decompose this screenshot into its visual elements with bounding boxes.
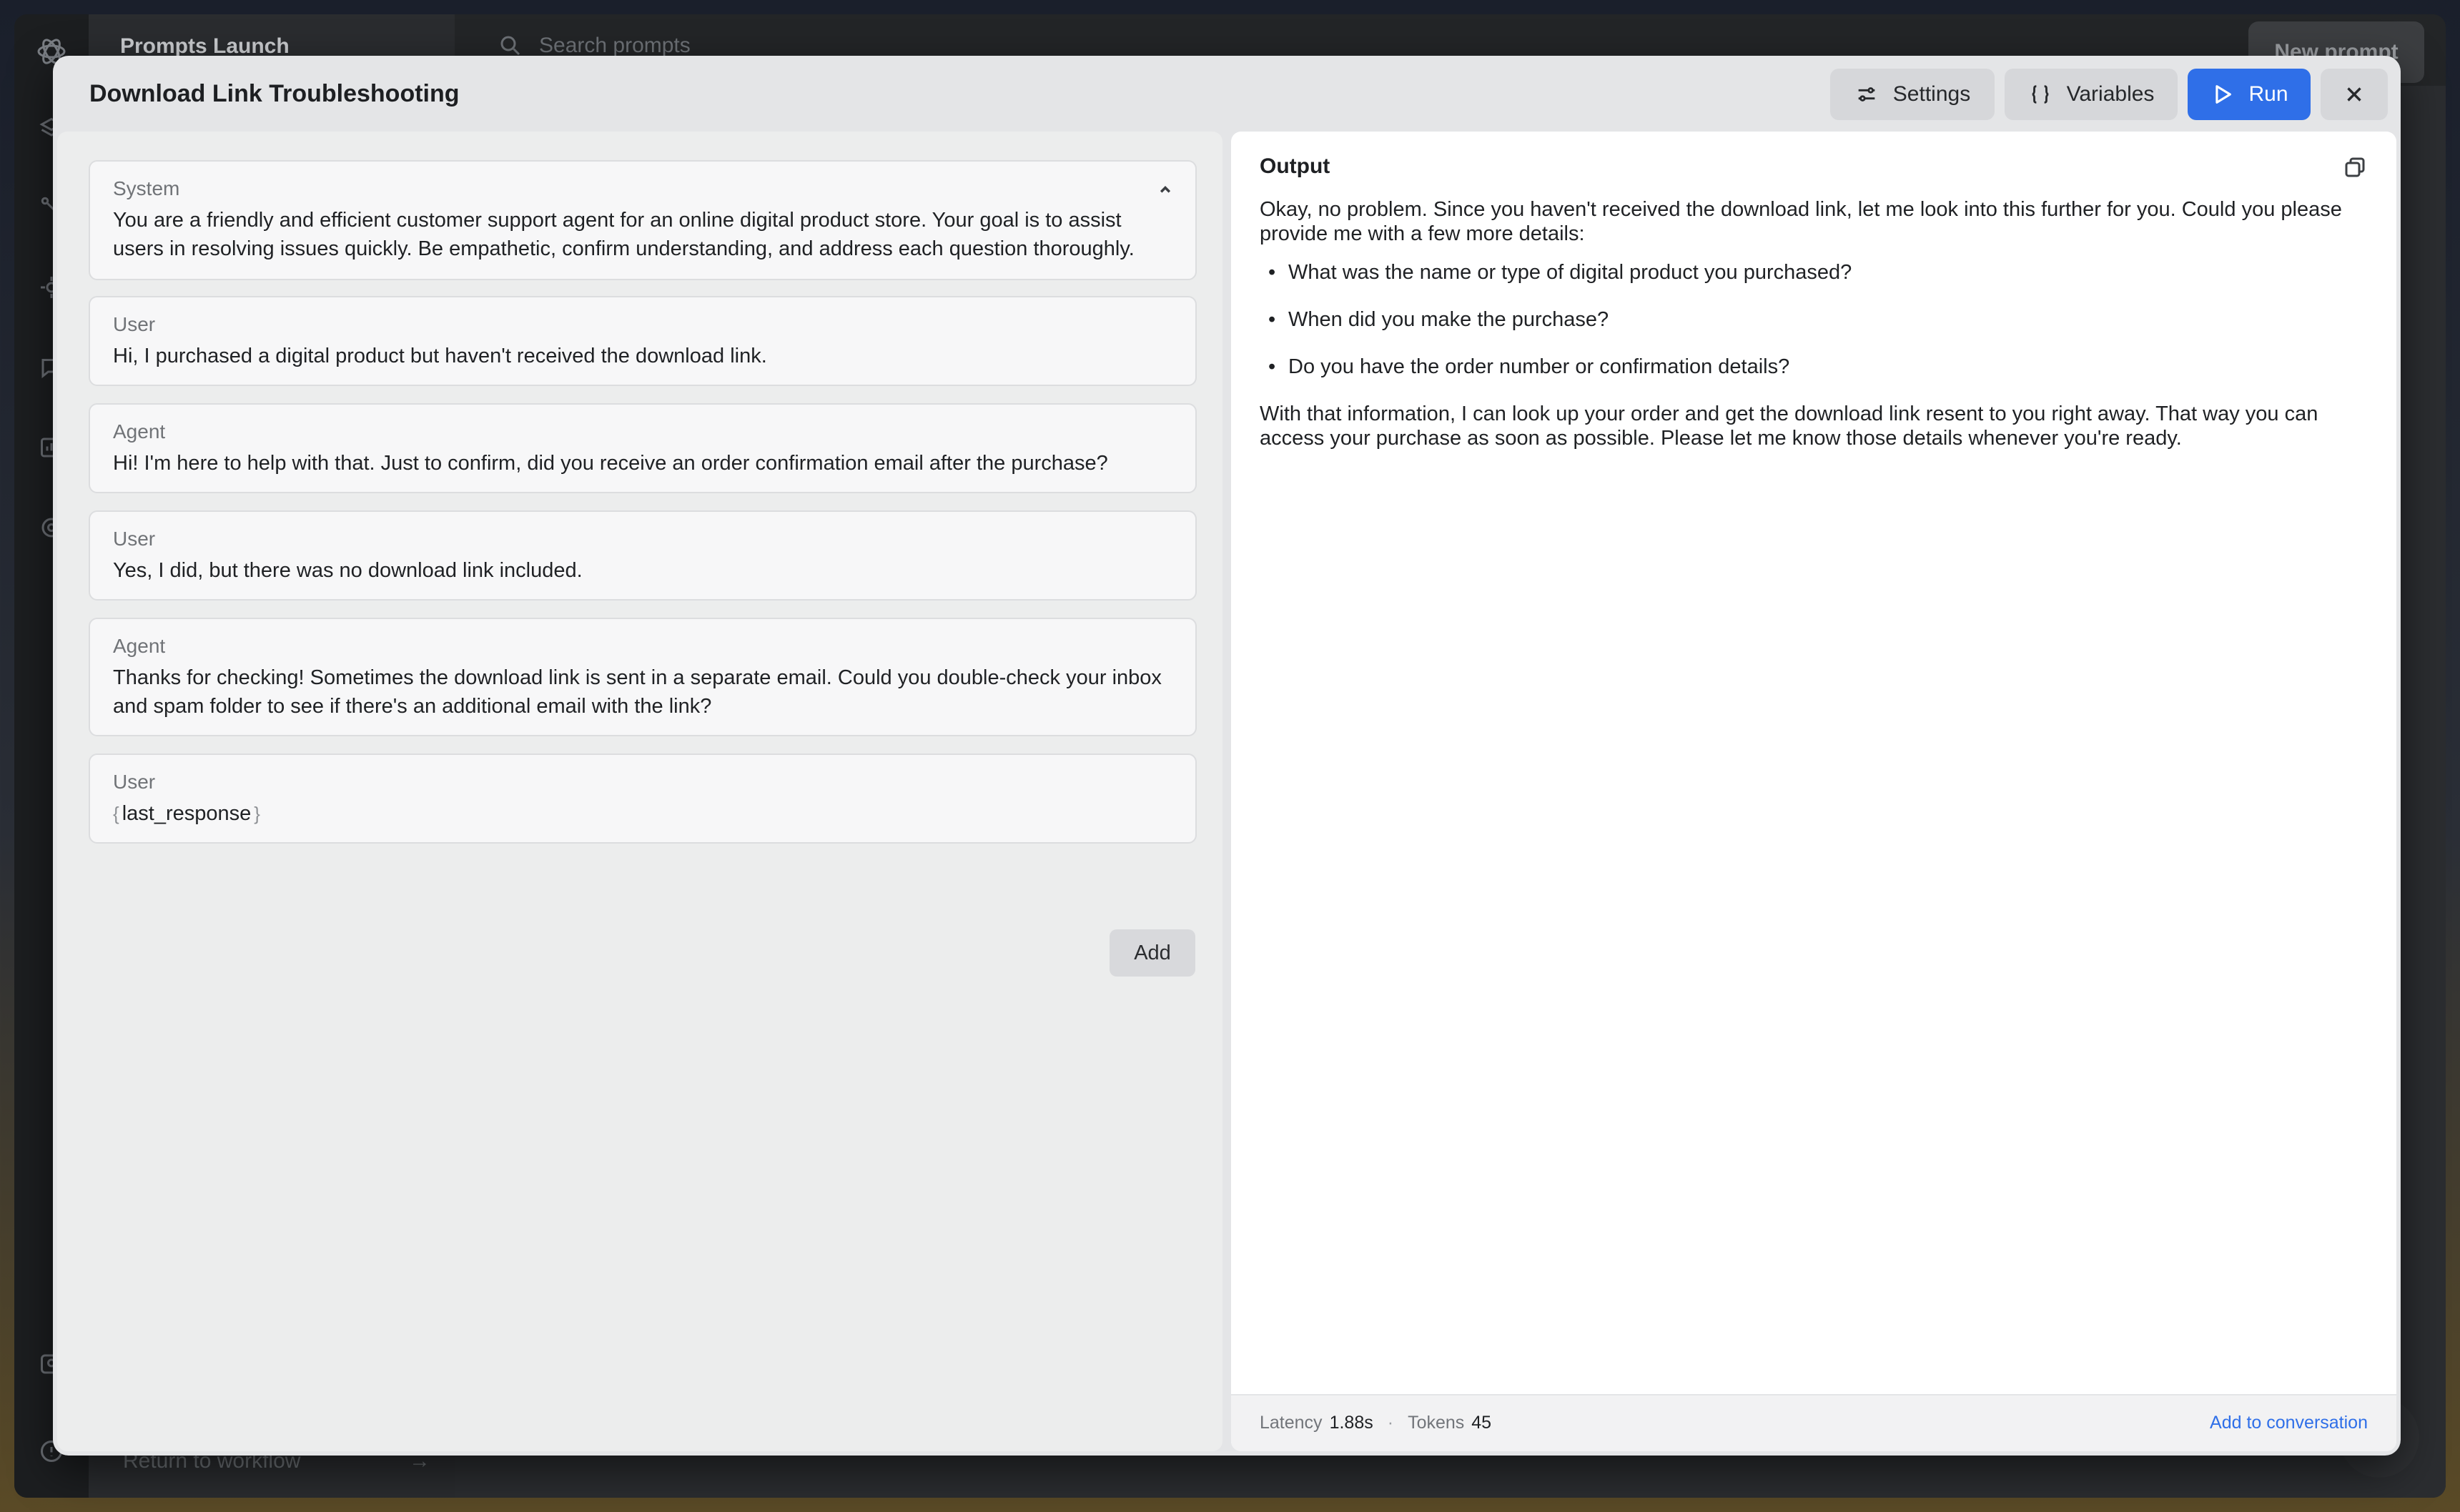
copy-icon[interactable] <box>2342 154 2368 180</box>
close-brace: } <box>254 803 260 824</box>
output-label: Output <box>1260 154 1330 178</box>
output-bullet: When did you make the purchase? <box>1260 307 2375 332</box>
sidebar-title: Prompts Launch <box>120 34 290 58</box>
run-label: Run <box>2248 82 2288 106</box>
agent-message-card[interactable]: Agent Thanks for checking! Sometimes the… <box>89 618 1197 736</box>
agent-message-card[interactable]: Agent Hi! I'm here to help with that. Ju… <box>89 403 1197 493</box>
run-button[interactable]: Run <box>2188 69 2311 120</box>
variable-name: last_response <box>122 802 252 825</box>
message-role: Agent <box>113 635 166 657</box>
message-role: User <box>113 528 156 550</box>
message-role: User <box>113 771 156 793</box>
close-button[interactable] <box>2321 69 2388 120</box>
add-to-conversation-link[interactable]: Add to conversation <box>2210 1413 2368 1433</box>
prompt-modal: Download Link Troubleshooting Settings V… <box>53 56 2401 1456</box>
braces-icon <box>2031 85 2049 104</box>
tokens-value: 45 <box>1471 1413 1492 1433</box>
variables-label: Variables <box>2066 82 2155 106</box>
stats-separator: · <box>1387 1413 1394 1433</box>
settings-button[interactable]: Settings <box>1830 69 1995 120</box>
output-text: Okay, no problem. Since you haven't rece… <box>1260 197 2375 465</box>
user-message-card[interactable]: User Hi, I purchased a digital product b… <box>89 296 1197 386</box>
message-role: User <box>113 313 156 335</box>
play-icon <box>2216 85 2232 104</box>
message-text[interactable]: Thanks for checking! Sometimes the downl… <box>113 663 1172 721</box>
latency-value: 1.88s <box>1329 1413 1373 1433</box>
app-search[interactable]: Search prompts <box>498 33 691 59</box>
message-role: System <box>113 177 180 199</box>
variables-button[interactable]: Variables <box>2005 69 2178 120</box>
tokens-label: Tokens <box>1408 1413 1465 1433</box>
output-panel: Output Okay, no problem. Since you haven… <box>1231 132 2396 1451</box>
message-text[interactable]: Yes, I did, but there was no download li… <box>113 556 1172 585</box>
search-icon <box>500 36 520 56</box>
output-bullet-list: What was the name or type of digital pro… <box>1260 260 2375 379</box>
user-message-card[interactable]: User {last_response} <box>89 753 1197 844</box>
conversation-panel: System You are a friendly and efficient … <box>57 132 1222 1451</box>
variable-chip[interactable]: {last_response} <box>113 799 260 828</box>
modal-header: Download Link Troubleshooting Settings V… <box>53 56 2401 130</box>
output-closing: With that information, I can look up you… <box>1260 402 2318 450</box>
output-stats: Latency 1.88s · Tokens 45 <box>1260 1413 1491 1433</box>
modal-title: Download Link Troubleshooting <box>89 80 460 107</box>
output-footer: Latency 1.88s · Tokens 45 Add to convers… <box>1231 1394 2396 1451</box>
message-role: Agent <box>113 420 166 443</box>
message-text[interactable]: Hi, I purchased a digital product but ha… <box>113 342 1172 370</box>
search-placeholder: Search prompts <box>539 34 691 57</box>
user-message-card[interactable]: User Yes, I did, but there was no downlo… <box>89 510 1197 601</box>
message-text[interactable]: Hi! I'm here to help with that. Just to … <box>113 449 1172 478</box>
close-icon <box>2347 87 2361 102</box>
output-bullet: What was the name or type of digital pro… <box>1260 260 2375 285</box>
chevron-up-icon[interactable] <box>1155 180 1175 200</box>
system-message-card[interactable]: System You are a friendly and efficient … <box>89 160 1197 280</box>
add-message-button[interactable]: Add <box>1110 929 1195 977</box>
sliders-icon <box>1858 87 1875 102</box>
output-bullet: Do you have the order number or confirma… <box>1260 355 2375 379</box>
open-brace: { <box>113 803 119 824</box>
settings-label: Settings <box>1892 82 1971 106</box>
latency-label: Latency <box>1260 1413 1323 1433</box>
message-text[interactable]: You are a friendly and efficient custome… <box>113 206 1172 263</box>
message-text[interactable]: {last_response} <box>113 799 1172 828</box>
output-intro: Okay, no problem. Since you haven't rece… <box>1260 198 2342 245</box>
